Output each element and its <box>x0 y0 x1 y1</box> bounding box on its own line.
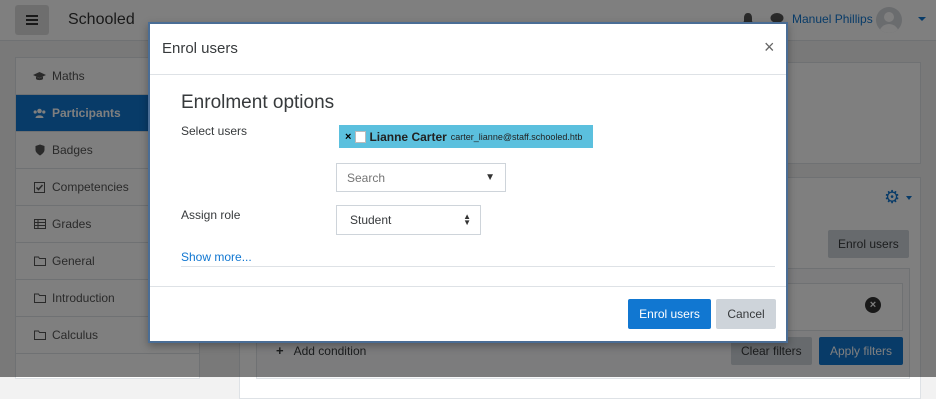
selected-user-chip: × Lianne Carter carter_lianne@staff.scho… <box>339 125 593 148</box>
selected-user-name: Lianne Carter <box>369 129 447 144</box>
cancel-button[interactable]: Cancel <box>716 299 776 329</box>
dialog-footer <box>150 286 786 287</box>
search-placeholder: Search <box>347 170 386 185</box>
enrolment-options-heading: Enrolment options <box>181 92 335 113</box>
divider <box>181 266 775 267</box>
enrol-users-dialog: Enrol users × Enrolment options Select u… <box>148 22 788 343</box>
remove-user-icon[interactable]: × <box>345 131 351 143</box>
assign-role-select[interactable]: Student ▲ ▼ <box>336 205 481 235</box>
assign-role-label: Assign role <box>181 208 241 222</box>
role-select-value: Student <box>350 213 392 227</box>
enrol-users-button[interactable]: Enrol users <box>628 299 711 329</box>
dropdown-arrow-icon[interactable]: ▼ <box>485 172 495 183</box>
selected-user-email: carter_lianne@staff.schooled.htb <box>450 131 583 142</box>
user-search-input[interactable]: Search ▼ <box>336 163 506 192</box>
close-icon[interactable]: × <box>764 38 775 56</box>
dialog-title: Enrol users <box>162 40 238 57</box>
select-arrows-icon: ▲ ▼ <box>463 212 471 227</box>
select-users-label: Select users <box>181 124 248 138</box>
user-picture-icon <box>355 130 367 143</box>
show-more-link[interactable]: Show more... <box>181 250 252 264</box>
dialog-header: Enrol users × <box>150 24 786 75</box>
